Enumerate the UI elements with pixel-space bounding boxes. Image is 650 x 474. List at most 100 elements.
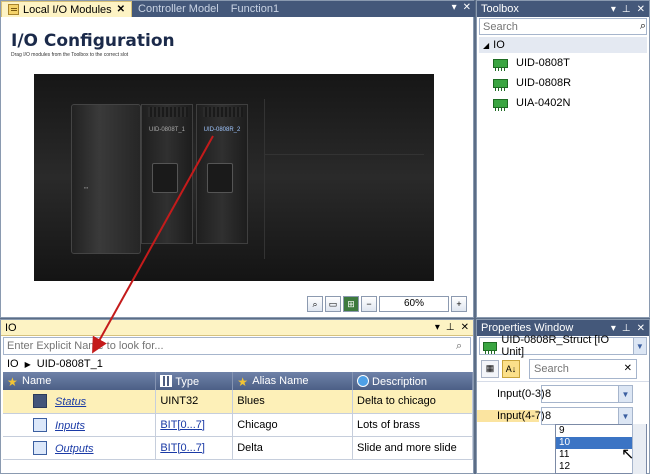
close-icon[interactable]: ✕ xyxy=(637,4,645,15)
tab-function1[interactable]: Function1 xyxy=(225,1,285,17)
cell-alias[interactable]: Chicago xyxy=(232,413,354,437)
zoom-magnifier-icon[interactable]: ⌕ xyxy=(307,296,323,312)
column-header-name[interactable]: ★ Name xyxy=(3,372,157,390)
toolbox-item-label: UID-0808R xyxy=(516,77,572,89)
table-row[interactable]: Outputs BIT[0...7] Delta Slide and more … xyxy=(3,436,473,460)
toolbox-item[interactable]: UID-0808T xyxy=(477,53,649,73)
collapse-icon[interactable]: ◢ xyxy=(483,41,489,50)
pane-title: IO xyxy=(5,321,17,334)
cell-alias[interactable]: Delta xyxy=(232,436,354,460)
cell-description[interactable]: Slide and more slide xyxy=(352,436,473,460)
tab-label: Controller Model xyxy=(138,3,219,15)
document-tab-strip: Local I/O Modules ✕ Controller Model Fun… xyxy=(1,1,475,17)
pin-icon[interactable]: ⊥ xyxy=(446,322,455,333)
io-module-icon xyxy=(493,98,508,111)
star-icon: ★ xyxy=(237,375,248,389)
property-value: 8 xyxy=(545,388,552,400)
chevron-down-icon[interactable]: ▼ xyxy=(632,338,646,354)
table-row[interactable]: Inputs BIT[0...7] Chicago Lots of brass xyxy=(3,413,473,437)
column-header-type[interactable]: Type xyxy=(155,372,234,390)
column-label: Alias Name xyxy=(252,375,309,387)
pin-icon[interactable]: ⊥ xyxy=(622,323,631,334)
module-slot-1[interactable]: UID-0808T_1 xyxy=(141,104,193,244)
toolbox-item-label: UIA-0402N xyxy=(516,97,571,109)
property-value-select[interactable]: 8 ▼ xyxy=(541,407,633,425)
name-link[interactable]: Inputs xyxy=(55,420,85,432)
property-key: Input(4-7) xyxy=(477,410,545,422)
chevron-down-icon[interactable]: ▾ xyxy=(452,2,457,13)
tab-local-io-modules[interactable]: Local I/O Modules ✕ xyxy=(1,1,133,17)
chevron-down-icon[interactable]: ▾ xyxy=(611,323,616,334)
chevron-right-icon: ▶ xyxy=(24,359,31,369)
device-canvas[interactable]: ▪▪▪ UID-0808T_1 UID-0808R_2 xyxy=(34,74,434,281)
io-search-input[interactable] xyxy=(7,340,456,352)
page-subtitle: Drag I/O modules from the Toolbox to the… xyxy=(11,52,129,58)
cell-description[interactable]: Delta to chicago xyxy=(352,390,473,414)
zoom-in-button[interactable]: + xyxy=(451,296,467,312)
pin-icon[interactable]: ⊥ xyxy=(622,4,631,15)
tab-controller-model[interactable]: Controller Model xyxy=(132,1,225,17)
categorized-icon[interactable]: ▦ xyxy=(481,359,499,378)
controller-body[interactable]: ▪▪▪ xyxy=(71,104,141,254)
register-icon xyxy=(33,394,47,409)
close-icon[interactable]: ✕ xyxy=(461,322,469,333)
toolbox-item[interactable]: UIA-0402N xyxy=(477,93,649,113)
search-icon[interactable]: ⌕ xyxy=(640,20,646,33)
close-icon[interactable]: ✕ xyxy=(117,4,125,15)
name-link[interactable]: Outputs xyxy=(55,443,94,455)
property-value-select[interactable]: 8 ▼ xyxy=(541,385,633,403)
chevron-down-icon[interactable]: ▾ xyxy=(611,4,616,15)
io-search-box: ⌕ xyxy=(3,337,471,355)
object-selector[interactable]: UID-0808R_Struct [IO Unit] ▼ xyxy=(479,334,647,358)
toolbox-item[interactable]: UID-0808R xyxy=(477,73,649,93)
module-window xyxy=(207,163,233,193)
zoom-out-button[interactable]: − xyxy=(361,296,377,312)
chevron-down-icon[interactable]: ▼ xyxy=(618,386,632,402)
fit-icon[interactable]: ⊞ xyxy=(343,296,359,312)
type-link[interactable]: BIT[0...7] xyxy=(160,419,205,431)
chevron-down-icon[interactable]: ▼ xyxy=(618,408,632,424)
type-link[interactable]: BIT[0...7] xyxy=(160,442,205,454)
toolbox-group-io[interactable]: ◢ IO xyxy=(479,37,647,53)
breadcrumb-current[interactable]: UID-0808T_1 xyxy=(37,358,103,370)
pane-controls: ▾ ⊥ ✕ xyxy=(611,4,645,15)
controller-logo: ▪▪▪ xyxy=(84,185,89,190)
property-row[interactable]: Input(0-3) 8 ▼ xyxy=(477,384,649,404)
breadcrumb-root[interactable]: IO xyxy=(7,358,19,370)
properties-search-input[interactable] xyxy=(534,362,624,375)
io-pane: IO ▾ ⊥ ✕ ⌕ IO ▶ UID-0808T_1 ★ Name Type ★… xyxy=(0,319,474,474)
close-icon[interactable]: ✕ xyxy=(637,323,645,334)
column-label: Description xyxy=(372,375,428,388)
sort-alpha-icon[interactable]: A↓ xyxy=(502,359,520,378)
io-pane-header: IO ▾ ⊥ ✕ xyxy=(1,320,473,336)
property-key: Input(0-3) xyxy=(497,388,545,400)
module-window xyxy=(152,163,178,193)
property-row[interactable]: Input(4-7) 8 ▼ xyxy=(477,406,649,426)
zoom-level[interactable]: 60% xyxy=(379,296,449,312)
star-icon: ★ xyxy=(7,375,18,389)
cell-description[interactable]: Lots of brass xyxy=(352,413,473,437)
cell-alias[interactable]: Blues xyxy=(232,390,354,414)
search-icon[interactable]: ⌕ xyxy=(456,340,470,353)
table-row[interactable]: Status UINT32 Blues Delta to chicago xyxy=(3,390,473,414)
toolbox-search-input[interactable] xyxy=(483,20,640,33)
io-table: ★ Name Type ★ Alias Name Description Statu… xyxy=(3,372,473,460)
type-icon xyxy=(160,374,173,387)
pane-controls: ▾ ⊥ ✕ xyxy=(435,322,469,333)
name-link[interactable]: Status xyxy=(55,396,86,408)
page-icon[interactable]: ▭ xyxy=(325,296,341,312)
group-label: IO xyxy=(493,39,505,51)
module-label: UID-0808R_2 xyxy=(203,127,241,133)
column-header-description[interactable]: Description xyxy=(352,372,473,390)
module-slot-2[interactable]: UID-0808R_2 xyxy=(196,104,248,244)
close-icon[interactable]: ✕ xyxy=(463,2,471,13)
chevron-down-icon[interactable]: ▾ xyxy=(435,322,440,333)
toolbox-pane: Toolbox ▾ ⊥ ✕ ⌕ ◢ IO UID-0808T UID-0808R… xyxy=(476,0,650,318)
toolbox-search-box: ⌕ xyxy=(479,18,647,35)
tab-strip-controls: ▾ ✕ xyxy=(452,2,471,13)
struct-icon xyxy=(33,417,47,432)
clear-icon[interactable]: ✕ xyxy=(624,363,636,374)
column-header-alias[interactable]: ★ Alias Name xyxy=(232,372,354,390)
description-icon xyxy=(357,374,370,387)
tab-label: Local I/O Modules xyxy=(23,3,112,16)
